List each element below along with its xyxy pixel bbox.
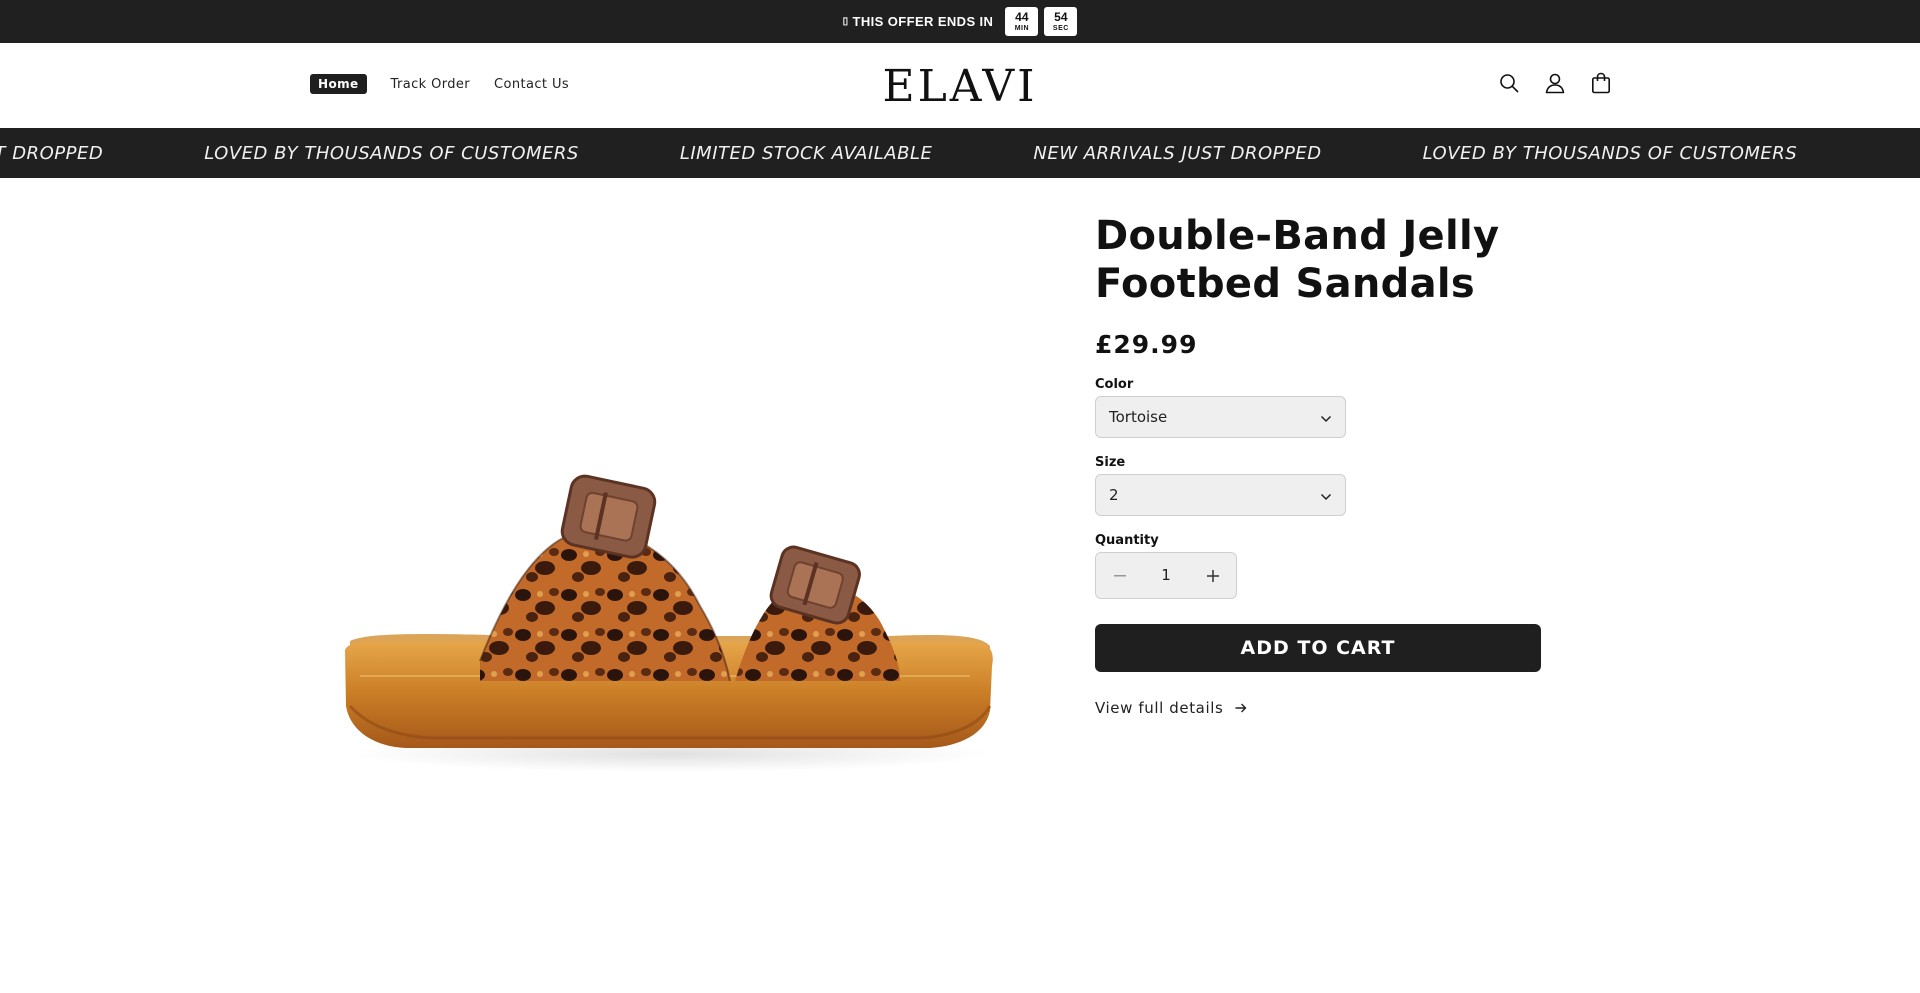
promo-marquee: NEW ARRIVALS JUST DROPPED LOVED BY THOUS… <box>0 128 1920 178</box>
search-icon[interactable] <box>1497 71 1521 95</box>
quantity-input[interactable]: 1 <box>1143 553 1189 598</box>
chevron-down-icon <box>1320 408 1332 427</box>
marquee-item: LOVED BY THOUSANDS OF CUSTOMERS <box>204 142 579 164</box>
color-label: Color <box>1095 377 1134 392</box>
marquee-item: LOVED BY THOUSANDS OF CUSTOMERS <box>1422 142 1798 164</box>
product-title: Double-Band Jelly Footbed Sandals <box>1095 212 1555 308</box>
main-nav: Home Track Order Contact Us <box>310 74 569 94</box>
color-option: Color Tortoise <box>1095 377 1555 438</box>
product-price: £29.99 <box>1095 330 1198 359</box>
site-header: Home Track Order Contact Us ELAVI <box>0 43 1920 128</box>
fire-icon: ▯ <box>842 16 849 27</box>
quantity-increase-button[interactable] <box>1189 553 1236 598</box>
countdown-minutes: 44 MIN <box>1005 7 1039 36</box>
size-select[interactable]: 2 <box>1095 474 1346 516</box>
product-title-line2: Footbed Sandals <box>1095 261 1476 307</box>
quantity-option: Quantity 1 <box>1095 533 1555 599</box>
size-option: Size 2 <box>1095 455 1555 516</box>
offer-label: THIS OFFER ENDS IN <box>852 14 994 29</box>
arrow-right-icon <box>1235 699 1247 717</box>
countdown-seconds-unit: SEC <box>1052 25 1069 32</box>
quantity-label: Quantity <box>1095 533 1159 548</box>
quantity-stepper: 1 <box>1095 552 1237 599</box>
view-full-details-link[interactable]: View full details <box>1095 699 1555 717</box>
product-info: Double-Band Jelly Footbed Sandals £29.99… <box>1095 212 1555 717</box>
chevron-down-icon <box>1320 486 1332 505</box>
header-icons <box>1497 71 1613 95</box>
size-label: Size <box>1095 455 1126 470</box>
cart-icon[interactable] <box>1589 71 1613 95</box>
quantity-decrease-button[interactable] <box>1096 553 1143 598</box>
offer-text: ▯ THIS OFFER ENDS IN <box>843 14 994 29</box>
marquee-item: LIMITED STOCK AVAILABLE <box>679 142 933 164</box>
countdown-seconds: 54 SEC <box>1044 7 1078 36</box>
countdown-minutes-value: 44 <box>1015 10 1029 24</box>
color-select[interactable]: Tortoise <box>1095 396 1346 438</box>
add-to-cart-button[interactable]: ADD TO CART <box>1095 624 1541 672</box>
view-full-details-label: View full details <box>1095 699 1224 717</box>
product-image[interactable] <box>330 466 1005 786</box>
nav-home[interactable]: Home <box>310 74 367 94</box>
countdown-seconds-value: 54 <box>1054 10 1068 24</box>
size-selected-value: 2 <box>1109 486 1119 504</box>
logo-wrapper: ELAVI <box>0 61 1920 112</box>
site-logo[interactable]: ELAVI <box>882 61 1037 112</box>
announcement-bar: ▯ THIS OFFER ENDS IN 44 MIN 54 SEC <box>0 0 1920 43</box>
marquee-item: NEW ARRIVALS JUST DROPPED <box>1033 142 1322 164</box>
countdown-minutes-unit: MIN <box>1014 25 1030 32</box>
nav-contact-us[interactable]: Contact Us <box>494 77 569 92</box>
nav-track-order[interactable]: Track Order <box>391 77 471 92</box>
marquee-track: NEW ARRIVALS JUST DROPPED LOVED BY THOUS… <box>0 128 1898 178</box>
color-selected-value: Tortoise <box>1109 408 1168 426</box>
marquee-item: NEW ARRIVALS JUST DROPPED <box>0 142 104 164</box>
account-icon[interactable] <box>1543 71 1567 95</box>
product-title-line1: Double-Band Jelly <box>1095 213 1500 259</box>
